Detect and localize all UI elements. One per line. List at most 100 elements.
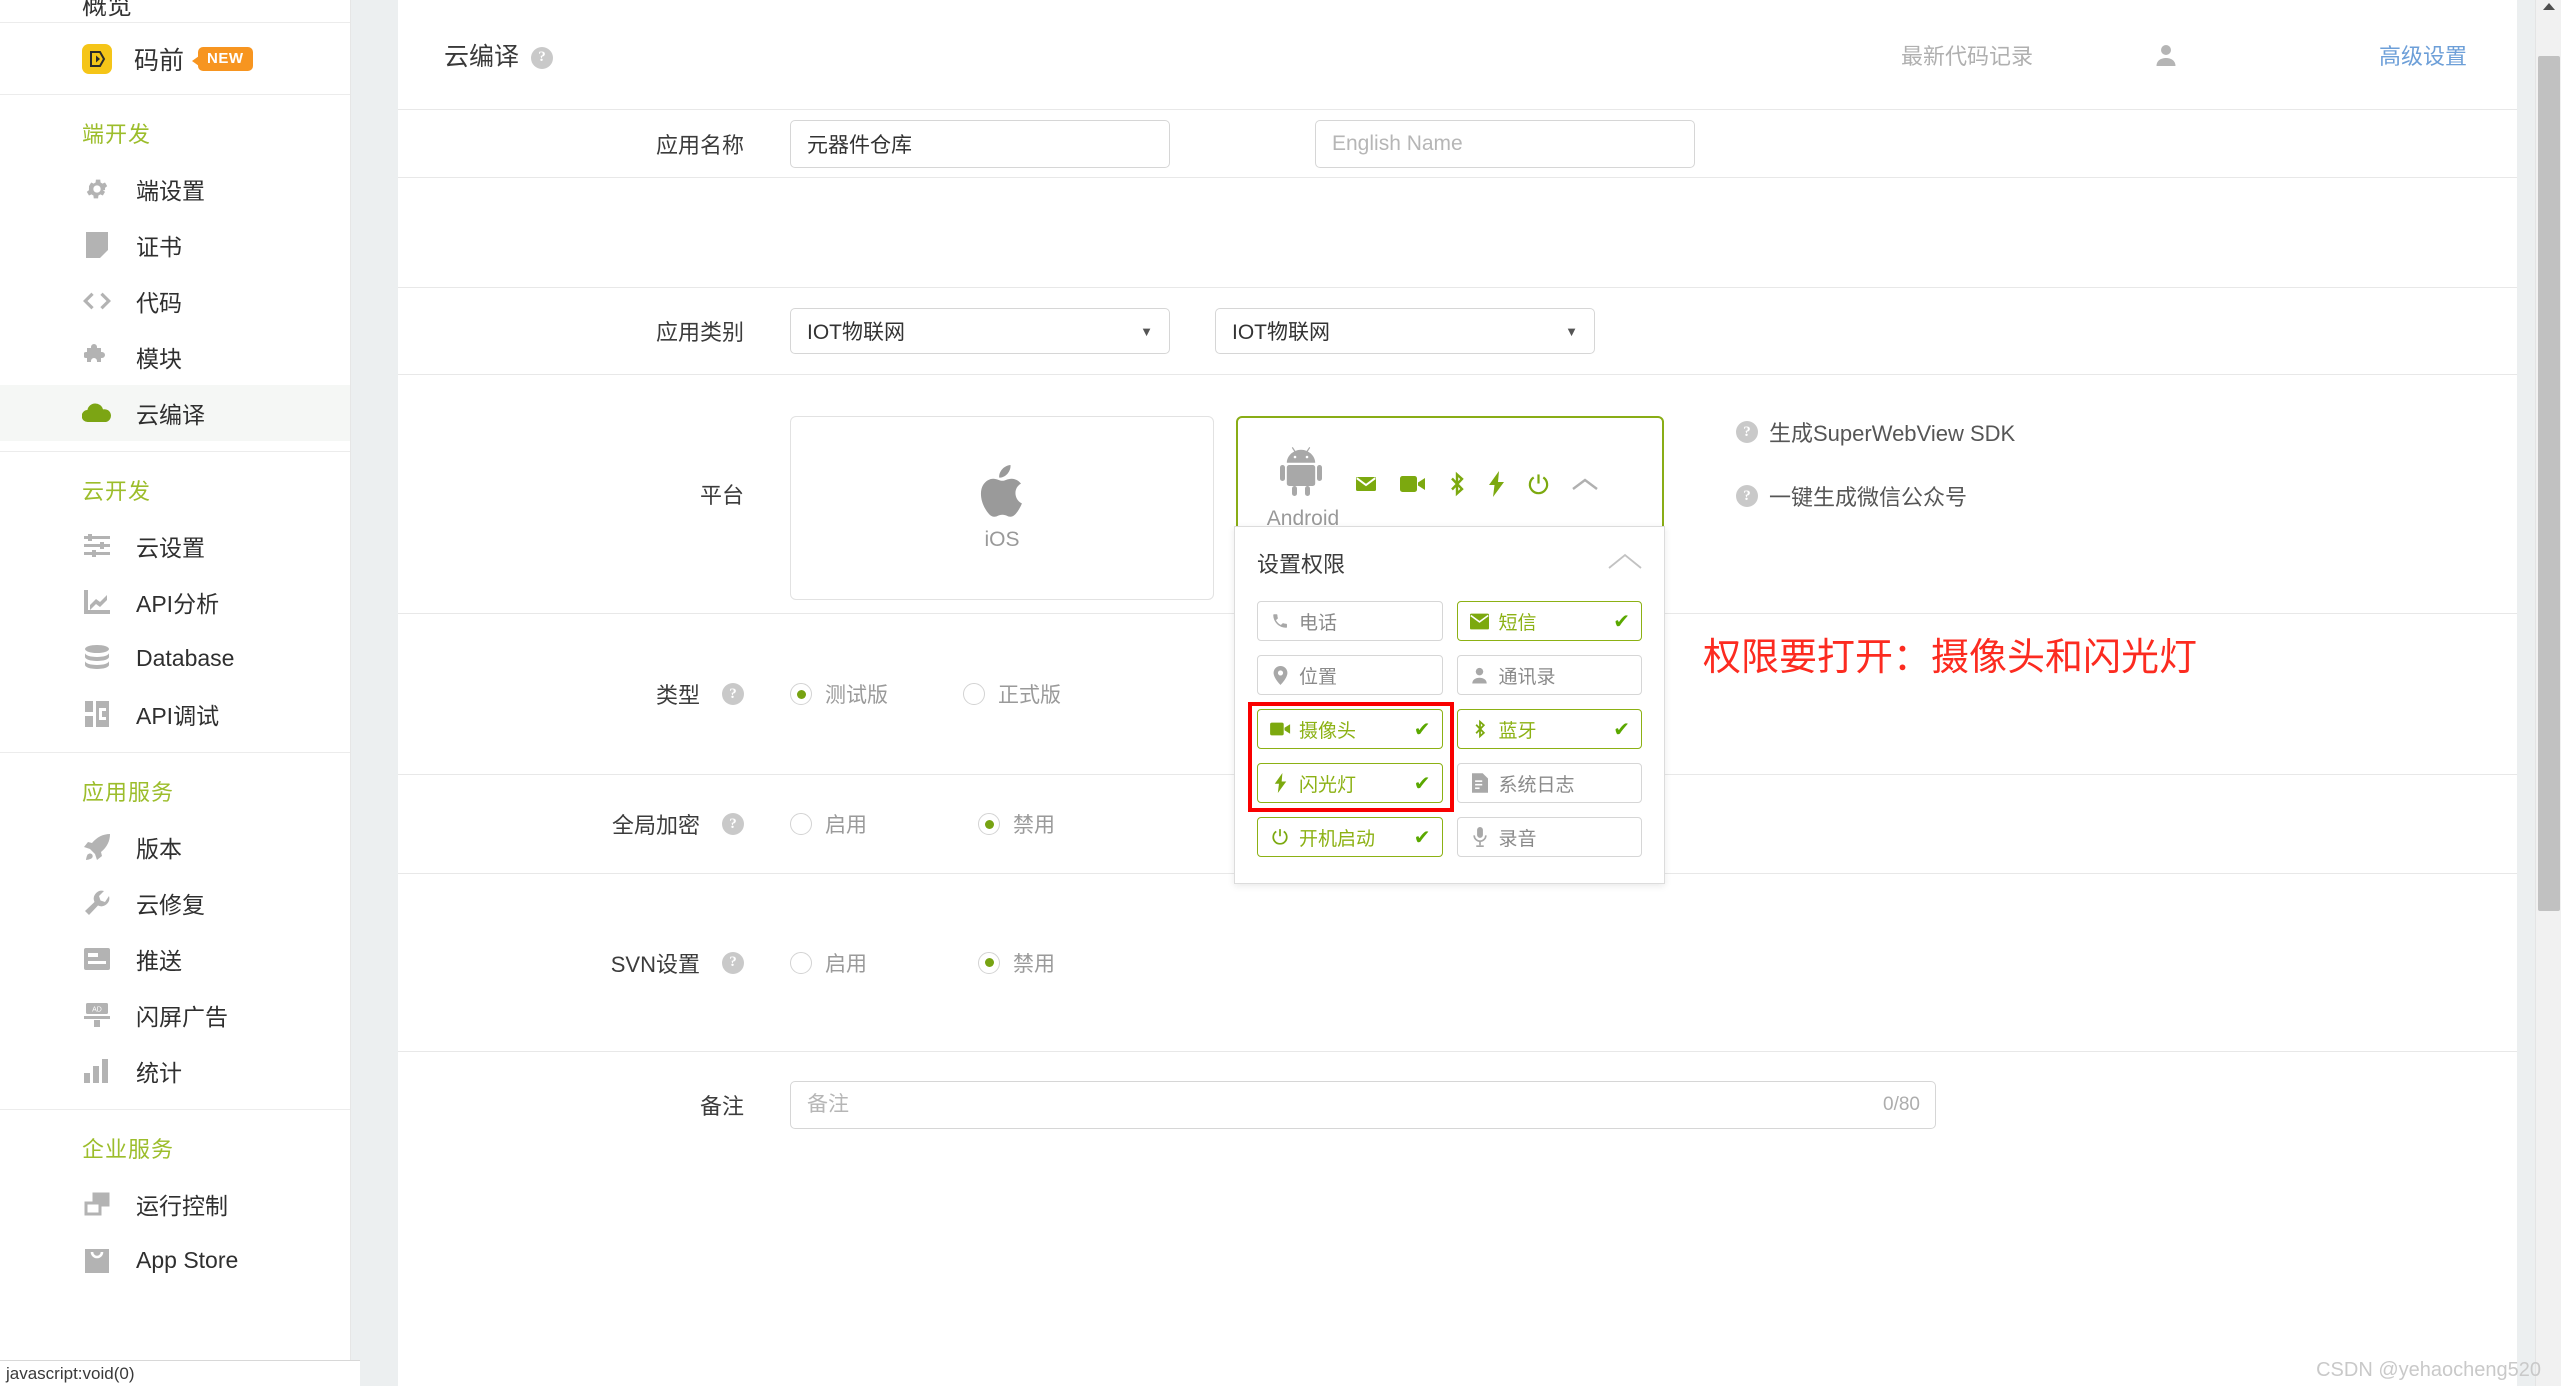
help-icon[interactable]: ? — [1736, 485, 1758, 507]
global-encrypt-option-disable[interactable]: 禁用 — [978, 809, 1055, 839]
help-icon[interactable]: ? — [531, 46, 554, 69]
permission-button-envelope[interactable]: 短信 ✔ — [1456, 601, 1642, 641]
location-pin-icon — [1269, 665, 1291, 685]
help-icon[interactable]: ? — [1736, 421, 1758, 443]
scroll-up-arrow-icon[interactable] — [2542, 3, 2555, 10]
chevron-up-icon[interactable] — [1572, 477, 1598, 492]
bluetooth-icon[interactable] — [1448, 471, 1466, 497]
power-icon[interactable] — [1527, 473, 1550, 496]
svn-enable-label: 启用 — [825, 952, 867, 976]
svn-settings-label: SVN设置 ? — [398, 947, 790, 979]
sidebar-item-label: App Store — [136, 1246, 239, 1273]
advanced-settings-link[interactable]: 高级设置 — [2379, 39, 2467, 71]
sidebar-item-云编译[interactable]: 云编译 — [0, 385, 350, 441]
help-icon[interactable]: ? — [722, 813, 744, 835]
platform-label: 平台 — [699, 483, 744, 508]
generate-wechat-official-link[interactable]: ? 一键生成微信公众号 — [1736, 480, 2015, 512]
flash-icon[interactable] — [1488, 471, 1505, 497]
android-icon — [1280, 446, 1326, 501]
permissions-popup: 设置权限 电话 短信 ✔ 位置 通讯录 摄像头 ✔ 蓝牙 ✔ 闪光灯 ✔ 系统日志 开机启动 ✔ 录音 — [1234, 526, 1665, 884]
sidebar-item-label: 端设置 — [136, 178, 205, 204]
permission-button-phone[interactable]: 电话 — [1257, 601, 1443, 641]
permission-button-document[interactable]: 系统日志 — [1456, 763, 1642, 803]
sidebar-group-title: 端开发 — [82, 122, 152, 147]
type-option-release[interactable]: 正式版 — [963, 679, 1061, 709]
permission-label: 摄像头 — [1299, 720, 1357, 742]
sidebar-item-端设置[interactable]: 端设置 — [0, 161, 350, 217]
permission-label: 闪光灯 — [1299, 774, 1357, 796]
sidebar-item-label: 云编译 — [136, 402, 205, 428]
sidebar-item-maqian[interactable]: 码前 NEW — [0, 23, 350, 95]
sidebar-item-云修复[interactable]: 云修复 — [0, 875, 350, 931]
permission-button-location-pin[interactable]: 位置 — [1257, 655, 1443, 695]
sms-icon[interactable] — [1354, 472, 1378, 496]
main-panel: 云编译? 最新代码记录 高级设置 应用名称 应用类别 — [398, 0, 2517, 1386]
app-category-label: 应用类别 — [655, 320, 744, 345]
certificate-icon — [82, 232, 112, 258]
permission-button-contacts[interactable]: 通讯录 — [1456, 655, 1642, 695]
sidebar-item-label: 版本 — [136, 836, 182, 862]
sidebar-item-统计[interactable]: 统计 — [0, 1043, 350, 1099]
sidebar-item-模块[interactable]: 模块 — [0, 329, 350, 385]
generate-superwebview-sdk-link[interactable]: ? 生成SuperWebView SDK — [1736, 416, 2015, 448]
permission-button-power[interactable]: 开机启动 ✔ — [1257, 817, 1443, 857]
sidebar-item-云设置[interactable]: 云设置 — [0, 518, 350, 574]
app-category-secondary-select[interactable]: IOT物联网 ▼ — [1215, 308, 1595, 354]
permission-label: 开机启动 — [1299, 828, 1376, 850]
android-permission-icon-row — [1354, 471, 1598, 497]
sidebar-item-app-store[interactable]: App Store — [0, 1232, 350, 1288]
sidebar-item-代码[interactable]: 代码 — [0, 273, 350, 329]
app-root: 概览 码前 NEW 端开发 端设置 证书 代码 模块 云编译 云开发 云设置 API分析 Data… — [0, 0, 2561, 1386]
sidebar-item-版本[interactable]: 版本 — [0, 819, 350, 875]
bluetooth-icon — [1469, 719, 1491, 739]
maqian-label: 码前 — [134, 46, 185, 75]
app-name-input[interactable] — [790, 119, 1170, 168]
svn-option-disable[interactable]: 禁用 — [978, 948, 1055, 978]
status-bar-text: javascript:void(0) — [6, 1363, 135, 1383]
sidebar-item-api调试[interactable]: API调试 — [0, 686, 350, 742]
permission-button-microphone[interactable]: 录音 — [1456, 817, 1642, 857]
ad-banner-icon: AD — [82, 1002, 112, 1028]
app-name-label: 应用名称 — [655, 132, 744, 158]
type-option-beta[interactable]: 测试版 — [790, 679, 930, 709]
svn-option-enable[interactable]: 启用 — [790, 948, 930, 978]
sidebar-item-运行控制[interactable]: 运行控制 — [0, 1176, 350, 1232]
sidebar-item-推送[interactable]: 推送 — [0, 931, 350, 987]
global-encrypt-option-enable[interactable]: 启用 — [790, 809, 930, 839]
chart-line-icon — [82, 590, 112, 614]
sidebar-item-database[interactable]: Database — [0, 630, 350, 686]
app-category-primary-select[interactable]: IOT物联网 ▼ — [790, 308, 1170, 354]
sidebar-item-label: 云修复 — [136, 892, 205, 918]
apple-icon — [979, 464, 1025, 522]
platform-ios-name: iOS — [984, 527, 1020, 551]
page-scrollbar[interactable] — [2535, 0, 2561, 1386]
svg-text:AD: AD — [92, 1007, 102, 1014]
sidebar-group: 应用服务 版本 云修复 推送 AD 闪屏广告 统计 — [0, 753, 350, 1110]
platform-body: iOS Android 设置权限 电话 短信 ✔ 位置 通讯录 摄像头 ✔ 蓝牙… — [790, 388, 2517, 884]
app-name-english-input[interactable] — [1315, 119, 1695, 168]
latest-code-record-link[interactable]: 最新代码记录 — [1901, 39, 2033, 71]
permission-button-camera[interactable]: 摄像头 ✔ — [1257, 709, 1443, 749]
chevron-down-icon: ▼ — [1565, 323, 1578, 339]
help-icon[interactable]: ? — [722, 951, 744, 974]
permission-button-bluetooth[interactable]: 蓝牙 ✔ — [1456, 709, 1642, 749]
sidebar-item-label: 代码 — [136, 290, 182, 316]
permission-button-flash[interactable]: 闪光灯 ✔ — [1257, 763, 1443, 803]
user-icon[interactable] — [2153, 42, 2179, 68]
check-icon: ✔ — [1413, 772, 1431, 795]
chevron-up-icon[interactable] — [1608, 550, 1642, 576]
sidebar-item-闪屏广告[interactable]: AD 闪屏广告 — [0, 987, 350, 1043]
camera-icon[interactable] — [1400, 474, 1426, 494]
platform-card-ios[interactable]: iOS — [790, 416, 1214, 600]
sidebar-item-overview[interactable]: 概览 — [0, 0, 350, 22]
note-label: 备注 — [699, 1093, 744, 1119]
scrollbar-thumb[interactable] — [2538, 56, 2560, 911]
app-category-secondary-value: IOT物联网 — [1232, 321, 1330, 344]
note-input[interactable] — [790, 1080, 1936, 1129]
help-icon[interactable]: ? — [722, 683, 744, 705]
permissions-popup-header: 设置权限 — [1257, 543, 1642, 579]
sidebar-item-api分析[interactable]: API分析 — [0, 574, 350, 630]
sidebar-item-证书[interactable]: 证书 — [0, 217, 350, 273]
permission-label: 通讯录 — [1498, 666, 1556, 688]
permission-label: 电话 — [1299, 612, 1338, 634]
